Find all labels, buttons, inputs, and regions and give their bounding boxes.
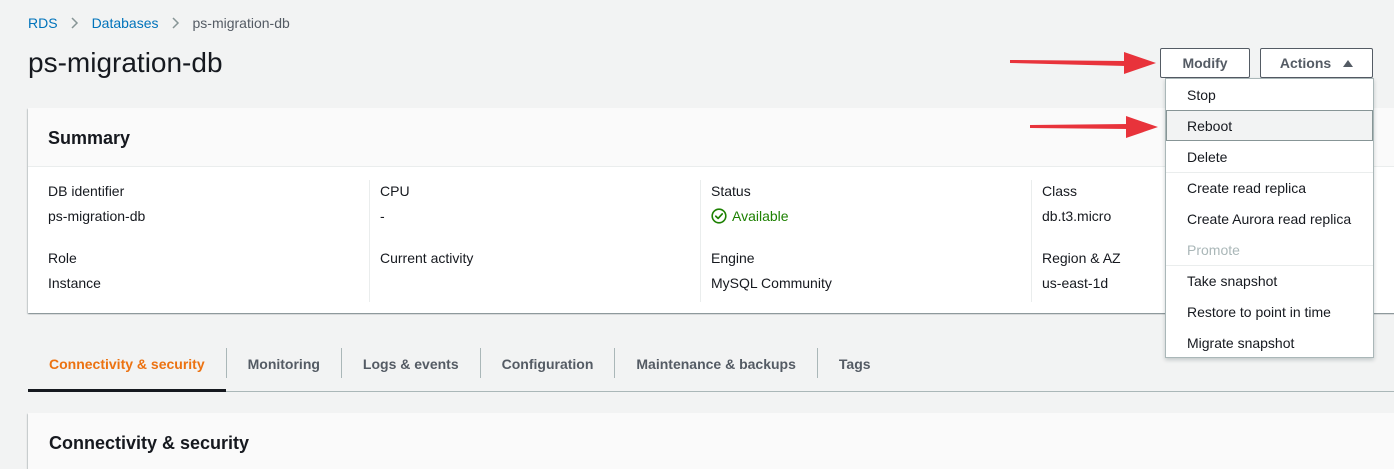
- red-arrow-icon: [1030, 116, 1158, 138]
- menu-item-create-read-replica[interactable]: Create read replica: [1166, 172, 1373, 203]
- summary-column-3: Status Available Engine MySQL Community: [700, 180, 1031, 302]
- field-current-activity: Current activity: [380, 249, 700, 314]
- summary-column-1: DB identifier ps-migration-db Role Insta…: [28, 180, 359, 302]
- db-identifier-label: DB identifier: [48, 183, 125, 199]
- summary-column-2: CPU - Current activity: [369, 180, 700, 302]
- breadcrumb: RDS Databases ps-migration-db: [28, 14, 290, 32]
- breadcrumb-current: ps-migration-db: [192, 15, 290, 31]
- field-role: Role Instance: [48, 249, 359, 314]
- current-activity-label: Current activity: [380, 250, 474, 266]
- chevron-right-icon: [64, 14, 86, 32]
- breadcrumb-rds-link[interactable]: RDS: [28, 15, 58, 31]
- menu-item-promote: Promote: [1187, 241, 1240, 258]
- red-arrow-icon: [1010, 52, 1156, 74]
- tab-configuration[interactable]: Configuration: [481, 336, 615, 391]
- field-status: Status Available: [711, 182, 1031, 247]
- modify-button[interactable]: Modify: [1160, 48, 1250, 78]
- status-label: Status: [711, 183, 751, 199]
- cpu-label: CPU: [380, 183, 410, 199]
- menu-item-take-snapshot[interactable]: Take snapshot: [1166, 265, 1373, 296]
- tab-monitoring[interactable]: Monitoring: [227, 336, 341, 391]
- engine-label: Engine: [711, 250, 755, 266]
- role-label: Role: [48, 250, 77, 266]
- field-db-identifier: DB identifier ps-migration-db: [48, 182, 359, 247]
- cpu-value: -: [380, 208, 385, 224]
- actions-button-label: Actions: [1279, 55, 1332, 71]
- page-title: ps-migration-db: [28, 47, 223, 78]
- actions-button[interactable]: Actions: [1260, 48, 1373, 78]
- status-value: Available: [732, 208, 789, 224]
- actions-menu: Stop Reboot Delete Create read replica C…: [1165, 78, 1374, 358]
- connectivity-panel: Connectivity & security: [28, 413, 1394, 469]
- breadcrumb-databases-link[interactable]: Databases: [92, 15, 159, 31]
- tab-logs-events[interactable]: Logs & events: [342, 336, 480, 391]
- engine-value: MySQL Community: [711, 275, 832, 291]
- modify-button-label: Modify: [1182, 55, 1228, 71]
- menu-item-stop[interactable]: Stop: [1166, 79, 1373, 110]
- role-value: Instance: [48, 275, 101, 291]
- menu-item-delete[interactable]: Delete: [1166, 141, 1373, 172]
- field-engine: Engine MySQL Community: [711, 249, 1031, 314]
- chevron-right-icon: [165, 14, 187, 32]
- check-circle-icon: [711, 208, 727, 224]
- tab-maintenance-backups[interactable]: Maintenance & backups: [615, 336, 817, 391]
- db-identifier-value: ps-migration-db: [48, 208, 146, 224]
- connectivity-panel-title: Connectivity & security: [49, 433, 250, 453]
- menu-item-migrate-snapshot[interactable]: Migrate snapshot: [1166, 327, 1373, 358]
- caret-up-icon: [1343, 59, 1354, 67]
- tab-connectivity-security[interactable]: Connectivity & security: [28, 336, 226, 392]
- menu-item-restore-point-in-time[interactable]: Restore to point in time: [1166, 296, 1373, 327]
- field-cpu: CPU -: [380, 182, 700, 247]
- menu-item-create-aurora-read-replica[interactable]: Create Aurora read replica: [1166, 203, 1373, 234]
- tab-tags[interactable]: Tags: [818, 336, 892, 391]
- menu-item-reboot[interactable]: Reboot: [1166, 110, 1373, 141]
- status-badge: Available: [711, 207, 1031, 225]
